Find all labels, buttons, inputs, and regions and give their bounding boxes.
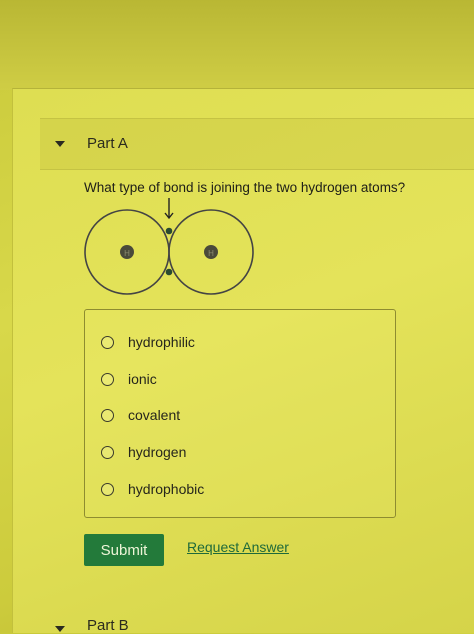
option-hydrophilic[interactable]: hydrophilic — [101, 334, 195, 350]
option-label: hydrophobic — [128, 481, 205, 497]
request-answer-link[interactable]: Request Answer — [187, 539, 289, 555]
radio-button[interactable] — [101, 372, 114, 386]
answer-options-box: hydrophilic ionic covalent hydrogen hydr… — [84, 309, 396, 518]
radio-button[interactable] — [101, 445, 114, 459]
part-b-title: Part B — [87, 617, 129, 634]
radio-button[interactable] — [101, 408, 114, 422]
left-atom-label: H — [124, 249, 130, 258]
option-ionic[interactable]: ionic — [101, 371, 157, 387]
question-text: What type of bond is joining the two hyd… — [84, 180, 406, 195]
option-covalent[interactable]: covalent — [101, 407, 180, 423]
radio-button[interactable] — [101, 335, 114, 349]
radio-button[interactable] — [101, 482, 114, 496]
part-b-caret-icon[interactable] — [55, 626, 65, 632]
option-label: hydrogen — [128, 444, 187, 460]
part-a-header[interactable]: Part A — [40, 118, 474, 170]
option-hydrophobic[interactable]: hydrophobic — [101, 481, 204, 497]
part-a-title: Part A — [87, 135, 128, 152]
top-band — [0, 0, 474, 90]
collapse-caret-icon[interactable] — [55, 141, 65, 147]
option-label: covalent — [128, 407, 181, 423]
option-label: hydrophilic — [128, 334, 195, 350]
option-hydrogen[interactable]: hydrogen — [101, 444, 186, 460]
right-atom-label: H — [208, 249, 214, 258]
option-label: ionic — [128, 371, 157, 387]
submit-button[interactable]: Submit — [84, 534, 164, 566]
hydrogen-bond-diagram: H H — [84, 198, 254, 295]
shared-electron-top — [165, 227, 173, 235]
shared-electron-bottom — [165, 268, 173, 276]
